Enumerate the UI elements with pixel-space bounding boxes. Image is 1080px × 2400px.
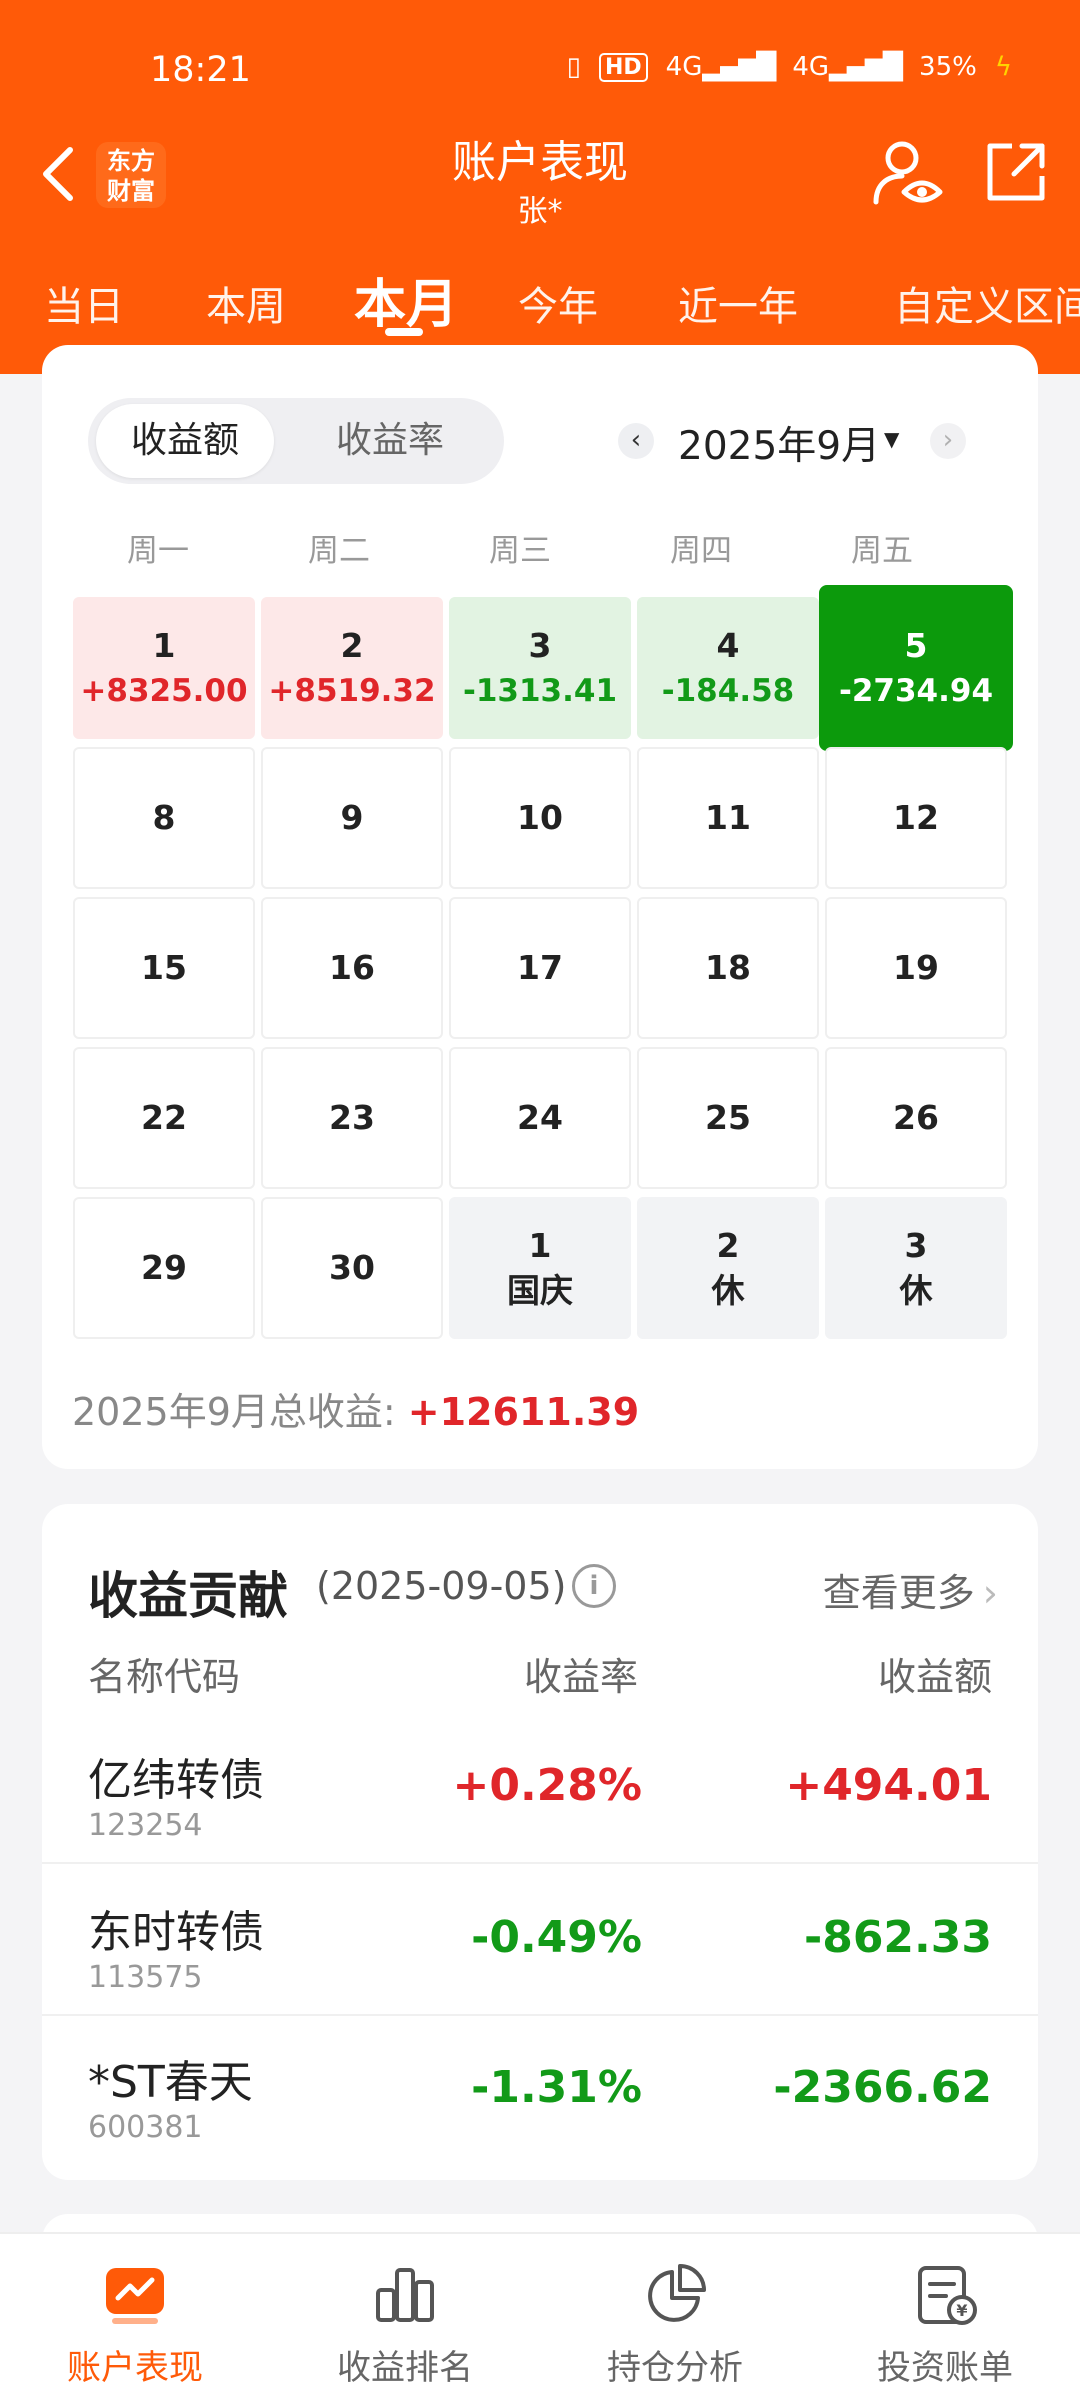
monthly-total-value: +12611.39 [407,1390,640,1434]
calendar-day[interactable]: 17 [449,897,631,1039]
calendar-day[interactable]: 23 [261,1047,443,1189]
calendar-day[interactable]: 8 [73,747,255,889]
monthly-total-label: 2025年9月总收益: [72,1390,396,1434]
column-header-amount[interactable]: 收益额 [878,1646,992,1701]
stock-rate: -0.49% [471,1912,642,1963]
calendar-day-next-month[interactable]: 2 休 [637,1197,819,1339]
signal-4g-icon-2: 4G▂▄▆█ [792,52,903,82]
tab-last-year[interactable]: 近一年 [678,274,798,332]
see-more-link[interactable]: 查看更多 › [823,1562,998,1617]
weekday-wed: 周三 [489,533,551,569]
profit-contribution-card: 收益贡献 (2025-09-05) i 查看更多 › 名称代码 收益率 收益额 亿… [42,1504,1038,2180]
hd-call-icon: HD [598,52,648,82]
chevron-right-icon: › [982,1571,998,1615]
toggle-profit-amount[interactable]: 收益额 [96,404,274,478]
battery-level: 35% [919,52,977,82]
bar-ranking-icon [376,2268,434,2322]
calendar-day[interactable]: 29 [73,1197,255,1339]
app-header: 18:21 ▯ HD 4G▂▄▆█ 4G▂▄▆█ 35% ϟ 东方 财富 账户表… [0,0,1080,374]
month-selector[interactable]: 2025年9月 [678,415,880,471]
stock-name: *ST春天 [88,2057,253,2108]
calendar-day[interactable]: 10 [449,747,631,889]
signal-4g-icon: 4G▂▄▆█ [665,52,777,82]
nav-investment-bill[interactable]: ¥ 投资账单 [810,2262,1080,2389]
contribution-date: (2025-09-05) [316,1564,567,1608]
calendar-day[interactable]: 11 [637,747,819,889]
stock-amount: -862.33 [803,1912,992,1963]
weekday-tue: 周二 [308,533,370,569]
stock-rate: -1.31% [471,2062,642,2113]
stock-amount: -2366.62 [773,2062,992,2113]
performance-chart-icon [106,2268,164,2324]
share-button[interactable] [984,140,1048,204]
calendar-day[interactable]: 15 [73,897,255,1039]
column-header-rate[interactable]: 收益率 [524,1646,638,1701]
calendar-day[interactable]: 3 -1313.41 [449,597,631,739]
calendar-day[interactable]: 4 -184.58 [637,597,819,739]
stock-code: 600381 [88,2110,203,2145]
stock-rate: +0.28% [452,1760,642,1811]
period-tabs: 当日 本周 本月 今年 近一年 自定义区间 [0,262,1080,342]
toggle-profit-rate[interactable]: 收益率 [284,404,496,478]
bill-icon: ¥ [918,2266,977,2325]
calendar-day[interactable]: 2 +8519.32 [261,597,443,739]
stock-code: 113575 [88,1960,203,1995]
stock-name: 亿纬转债 [88,1755,264,1806]
calendar-day[interactable]: 1 +8325.00 [73,597,255,739]
weekday-mon: 周一 [127,533,189,569]
user-eye-icon [873,141,943,205]
metric-toggle: 收益额 收益率 [88,398,504,484]
calendar-day[interactable]: 22 [73,1047,255,1189]
chevron-right-icon: › [942,425,954,455]
info-icon[interactable]: i [572,1564,616,1608]
calendar-day[interactable]: 18 [637,897,819,1039]
nav-profit-ranking[interactable]: 收益排名 [270,2262,540,2389]
status-time: 18:21 [150,50,251,90]
privacy-toggle-button[interactable] [872,140,944,208]
status-icons: ▯ HD 4G▂▄▆█ 4G▂▄▆█ 35% ϟ [567,52,1012,82]
calendar-day[interactable]: 25 [637,1047,819,1189]
section-title: 收益贡献 [88,1567,288,1625]
tab-custom-range[interactable]: 自定义区间 [894,274,1080,332]
nav-account-performance[interactable]: 账户表现 [0,2262,270,2389]
calendar-day-selected[interactable]: 5 -2734.94 [819,585,1013,751]
stock-name: 东时转债 [88,1907,264,1958]
stock-row[interactable]: *ST春天 600381 -1.31% -2366.62 [42,2016,1038,2166]
calendar-day[interactable]: 24 [449,1047,631,1189]
calendar-day[interactable]: 30 [261,1197,443,1339]
bottom-navigation: 账户表现 收益排名 持仓分析 ¥ 投资账单 [0,2232,1080,2400]
charging-icon: ϟ [994,52,1012,82]
weekday-thu: 周四 [670,533,732,569]
vibrate-icon: ▯ [566,52,581,82]
next-month-button[interactable]: › [930,423,966,459]
tab-this-year[interactable]: 今年 [518,274,598,332]
svg-text:¥: ¥ [956,2301,967,2320]
calendar-day[interactable]: 19 [825,897,1007,1039]
calendar-day[interactable]: 26 [825,1047,1007,1189]
calendar-day[interactable]: 12 [825,747,1007,889]
stock-amount: +494.01 [785,1760,992,1811]
tab-this-week[interactable]: 本周 [206,274,286,332]
calendar-day[interactable]: 9 [261,747,443,889]
chevron-left-icon: ‹ [630,425,642,455]
calendar-day-next-month[interactable]: 1 国庆 [449,1197,631,1339]
caret-down-icon[interactable]: ▼ [884,427,899,451]
pie-chart-icon [648,2264,706,2322]
weekday-fri: 周五 [851,533,913,569]
share-icon [987,143,1045,201]
stock-row[interactable]: 亿纬转债 123254 +0.28% +494.01 [42,1714,1038,1864]
column-header-name: 名称代码 [88,1655,241,1699]
stock-code: 123254 [88,1808,203,1843]
calendar-card: 收益额 收益率 ‹ 2025年9月 ▼ › 周一 周二 周三 周四 周五 1 +… [42,345,1038,1469]
tab-this-month[interactable]: 本月 [354,262,458,337]
monthly-total: 2025年9月总收益: +12611.39 [72,1381,639,1436]
stock-row[interactable]: 东时转债 113575 -0.49% -862.33 [42,1866,1038,2016]
active-tab-indicator [385,328,423,336]
prev-month-button[interactable]: ‹ [618,423,654,459]
tab-today[interactable]: 当日 [44,274,124,332]
calendar-day[interactable]: 16 [261,897,443,1039]
nav-holdings-analysis[interactable]: 持仓分析 [540,2262,810,2389]
calendar-day-next-month[interactable]: 3 休 [825,1197,1007,1339]
